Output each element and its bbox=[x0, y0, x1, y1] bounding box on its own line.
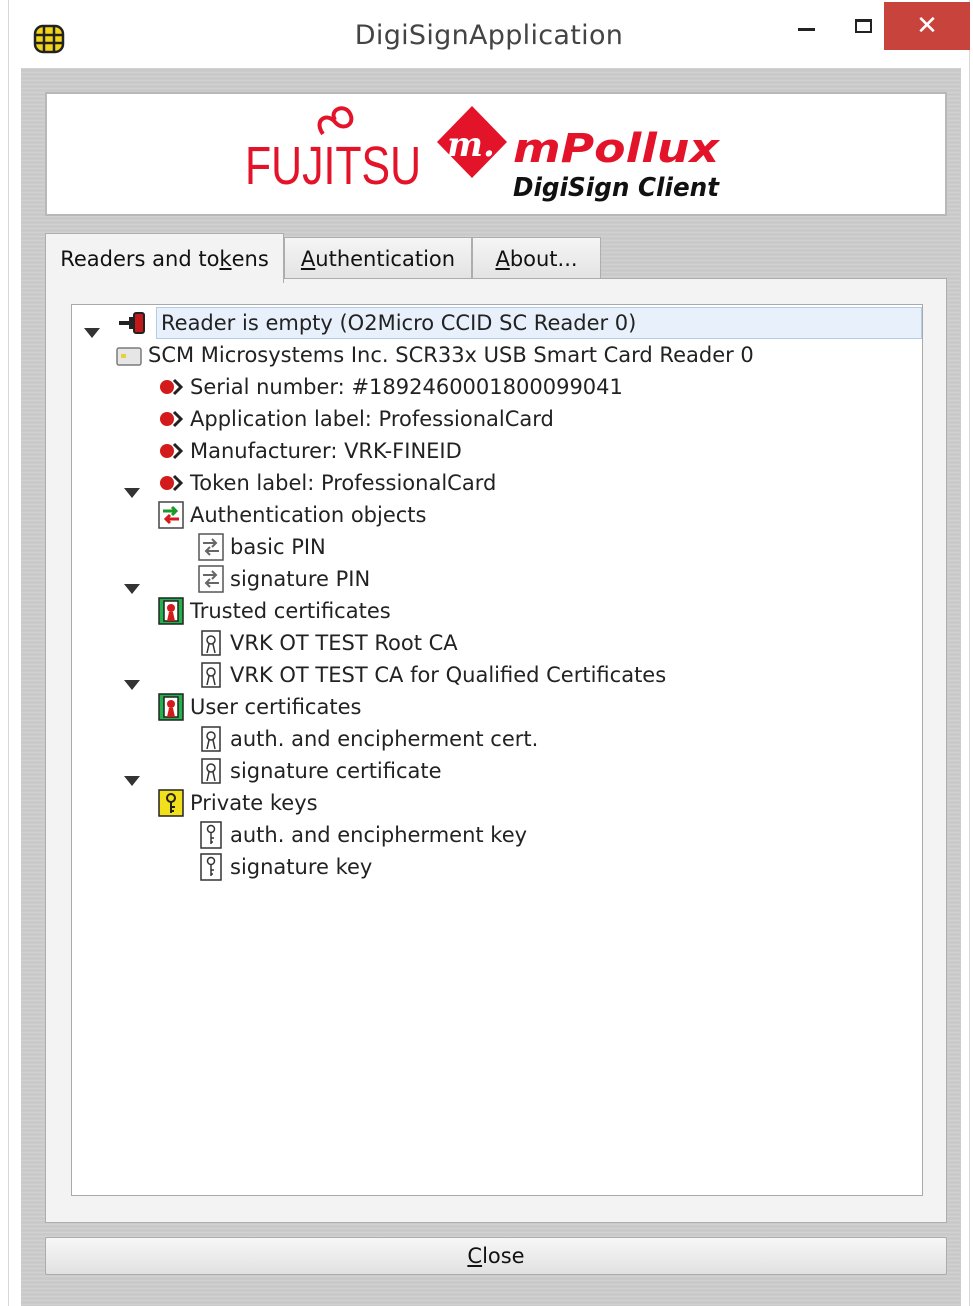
pin-icon bbox=[198, 533, 224, 561]
tree-item-user-certificates[interactable]: User certificates bbox=[158, 691, 361, 723]
certificate-folder-icon bbox=[158, 597, 184, 625]
certificate-icon bbox=[201, 662, 221, 688]
infinity-mark bbox=[317, 106, 354, 136]
key-icon bbox=[200, 853, 222, 881]
tree-item-manufacturer[interactable]: Manufacturer: VRK-FINEID bbox=[158, 435, 462, 467]
info-arrow-icon bbox=[160, 442, 184, 460]
tree-item-auth-key[interactable]: auth. and encipherment key bbox=[198, 819, 527, 851]
info-arrow-icon bbox=[160, 378, 184, 396]
close-icon: ✕ bbox=[916, 11, 938, 41]
minimize-button[interactable] bbox=[779, 4, 833, 48]
tab-readers-and-tokens[interactable]: Readers and to k ens bbox=[45, 233, 284, 283]
expand-arrow-trusted-certs[interactable] bbox=[124, 584, 140, 594]
close-window-button[interactable]: ✕ bbox=[884, 2, 970, 50]
pin-icon bbox=[198, 565, 224, 593]
certificate-folder-icon bbox=[158, 693, 184, 721]
tree-item-basic-pin[interactable]: basic PIN bbox=[198, 531, 326, 563]
tree-item-empty-reader[interactable]: Reader is empty (O2Micro CCID SC Reader … bbox=[119, 307, 922, 339]
certificate-icon bbox=[201, 726, 221, 752]
app-window: DigiSignApplication ✕ FUJITSU m. mPollux… bbox=[8, 0, 970, 1306]
minimize-icon bbox=[797, 27, 815, 31]
tree-item-application-label[interactable]: Application label: ProfessionalCard bbox=[158, 403, 554, 435]
tree-item-auth-cert[interactable]: auth. and encipherment cert. bbox=[198, 723, 538, 755]
expand-arrow-private-keys[interactable] bbox=[124, 776, 140, 786]
brand-banner: FUJITSU m. mPollux DigiSign Client bbox=[45, 92, 947, 216]
tree-item-token-label[interactable]: Token label: ProfessionalCard bbox=[158, 467, 496, 499]
fujitsu-logo-text: FUJITSU bbox=[245, 136, 421, 196]
key-folder-icon bbox=[158, 789, 184, 817]
digisign-client-text: DigiSign Client bbox=[513, 173, 720, 203]
auth-objects-icon bbox=[158, 501, 184, 529]
certificate-icon bbox=[201, 630, 221, 656]
info-arrow-icon bbox=[160, 474, 184, 492]
card-reader-plug-icon bbox=[119, 312, 145, 334]
key-icon bbox=[200, 821, 222, 849]
mpollux-text: mPollux bbox=[513, 126, 720, 172]
tree-item-scm-reader[interactable]: SCM Microsystems Inc. SCR33x USB Smart C… bbox=[116, 339, 754, 371]
brand-logo: FUJITSU m. mPollux DigiSign Client bbox=[245, 106, 720, 203]
m-logo-text: m. bbox=[447, 125, 495, 165]
readers-tab-panel: Reader is empty (O2Micro CCID SC Reader … bbox=[45, 278, 947, 1223]
tree-item-serial-number[interactable]: Serial number: #1892460001800099041 bbox=[158, 371, 623, 403]
tree-item-authentication-objects[interactable]: Authentication objects bbox=[158, 499, 427, 531]
expand-arrow-user-certs[interactable] bbox=[124, 680, 140, 690]
tab-about[interactable]: About... bbox=[472, 237, 601, 279]
tree-item-root-ca[interactable]: VRK OT TEST Root CA bbox=[198, 627, 458, 659]
info-arrow-icon bbox=[160, 410, 184, 428]
maximize-icon bbox=[854, 19, 872, 33]
client-area: FUJITSU m. mPollux DigiSign Client Reade… bbox=[21, 68, 961, 1306]
certificate-icon bbox=[201, 758, 221, 784]
tree-item-qualified-ca[interactable]: VRK OT TEST CA for Qualified Certificate… bbox=[198, 659, 666, 691]
expand-arrow-reader[interactable] bbox=[84, 328, 100, 338]
expand-arrow-auth-objects[interactable] bbox=[124, 488, 140, 498]
tree-item-signature-cert[interactable]: signature certificate bbox=[198, 755, 442, 787]
tree-item-private-keys[interactable]: Private keys bbox=[158, 787, 318, 819]
tab-authentication[interactable]: Authentication bbox=[284, 237, 472, 279]
close-button[interactable]: Close bbox=[45, 1237, 947, 1275]
token-tree-view[interactable]: Reader is empty (O2Micro CCID SC Reader … bbox=[71, 304, 923, 1196]
title-bar[interactable]: DigiSignApplication ✕ bbox=[9, 0, 970, 68]
maximize-button[interactable] bbox=[837, 4, 889, 48]
smart-card-icon bbox=[116, 347, 142, 366]
tree-item-trusted-certificates[interactable]: Trusted certificates bbox=[158, 595, 391, 627]
tree-item-signature-key[interactable]: signature key bbox=[198, 851, 372, 883]
tree-item-signature-pin[interactable]: signature PIN bbox=[198, 563, 370, 595]
